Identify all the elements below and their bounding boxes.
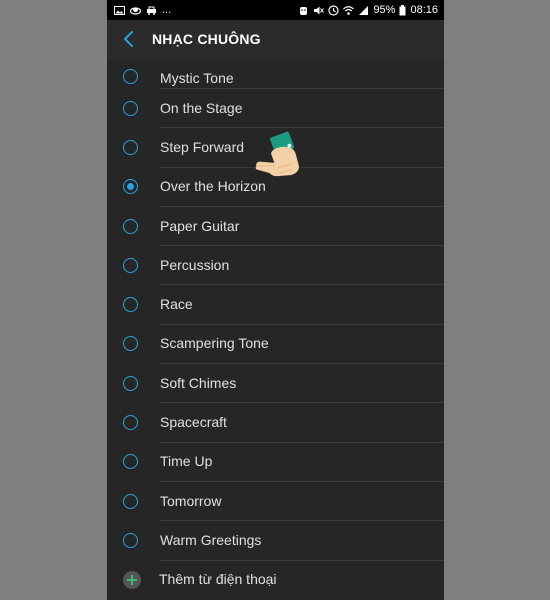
image-icon <box>114 5 125 16</box>
status-bar: ... 95% 08:16 <box>107 0 444 20</box>
radio-button[interactable] <box>123 415 138 431</box>
status-overflow: ... <box>162 4 172 16</box>
status-time: 08:16 <box>410 4 438 16</box>
ringtone-label: Step Forward <box>160 138 245 155</box>
radio-button[interactable] <box>123 336 138 352</box>
radio-button[interactable] <box>123 375 138 391</box>
ringtone-label: Soft Chimes <box>160 374 237 391</box>
battery-icon <box>399 4 406 16</box>
back-button[interactable] <box>117 27 141 51</box>
ringtone-label: Tomorrow <box>160 492 222 509</box>
radio-button[interactable] <box>123 218 138 234</box>
alarm-icon <box>298 5 309 16</box>
page-title: NHẠC CHUÔNG <box>152 31 261 47</box>
ringtone-label: Scampering Tone <box>160 335 269 352</box>
ringtone-item[interactable]: Warm Greetings <box>107 521 444 561</box>
car-icon <box>146 5 157 16</box>
radio-button[interactable] <box>123 532 138 548</box>
ringtone-item[interactable]: Spacecraft <box>107 403 444 443</box>
radio-button[interactable] <box>123 100 138 116</box>
mute-icon <box>313 5 325 16</box>
ringtone-item[interactable]: Time Up <box>107 443 444 482</box>
ringtone-item[interactable]: Percussion <box>107 246 444 286</box>
radio-button[interactable] <box>123 297 138 313</box>
radio-button-selected[interactable] <box>123 179 138 195</box>
ringtone-item[interactable]: Mystic Tone <box>107 59 444 89</box>
ringtone-label: On the Stage <box>160 99 243 116</box>
add-from-phone-label: Thêm từ điện thoại <box>159 571 277 588</box>
ringtone-label: Percussion <box>160 256 230 273</box>
back-arrow-icon <box>124 31 133 47</box>
add-from-phone-item[interactable]: Thêm từ điện thoại <box>107 561 444 600</box>
ringtone-item[interactable]: On the Stage <box>107 89 444 129</box>
radio-button[interactable] <box>123 257 138 273</box>
status-right: 95% 08:16 <box>298 3 438 17</box>
ringtone-item[interactable]: Soft Chimes <box>107 364 444 404</box>
clock-icon <box>328 4 340 16</box>
ringtone-item[interactable]: Paper Guitar <box>107 207 444 247</box>
signal-icon <box>358 5 369 16</box>
plus-icon <box>123 571 141 590</box>
ringtone-item[interactable]: Race <box>107 285 444 325</box>
ringtone-item[interactable]: Scampering Tone <box>107 325 444 365</box>
ringtone-label: Paper Guitar <box>160 217 240 234</box>
cloud-icon <box>130 5 141 16</box>
radio-button[interactable] <box>123 493 138 509</box>
radio-button[interactable] <box>123 139 138 155</box>
ringtone-label: Time Up <box>160 453 213 470</box>
battery-level: 95% <box>373 4 396 16</box>
phone-screen: ... 95% 08:16 NHẠC CHUÔNG Mystic Tone On… <box>107 0 444 600</box>
ringtone-label: Race <box>160 296 193 313</box>
ringtone-item[interactable]: Tomorrow <box>107 482 444 522</box>
radio-button[interactable] <box>123 454 138 470</box>
app-bar: NHẠC CHUÔNG <box>107 20 444 59</box>
wifi-icon <box>343 5 355 16</box>
ringtone-label: Mystic Tone <box>160 70 234 86</box>
pointing-hand-icon <box>249 128 309 183</box>
radio-button[interactable] <box>123 69 138 84</box>
ringtone-label: Spacecraft <box>160 414 227 431</box>
status-left: ... <box>114 3 171 17</box>
ringtone-label: Warm Greetings <box>160 531 262 548</box>
